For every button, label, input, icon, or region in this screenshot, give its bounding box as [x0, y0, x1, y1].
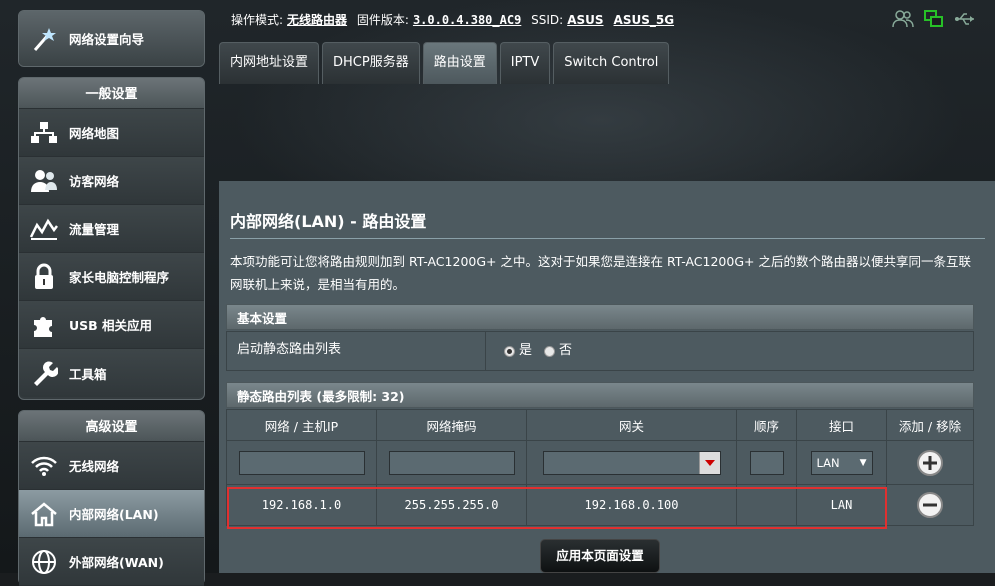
- puzzle-icon: [19, 311, 69, 339]
- tab-dhcp-server[interactable]: DHCP服务器: [322, 42, 420, 84]
- main-content: 内部网络(LAN) - 路由设置 本项功能可让您将路由规则加到 RT-AC120…: [219, 181, 995, 573]
- sidebar-item-network-map[interactable]: 网络地图: [19, 109, 204, 157]
- sidebar-item-traffic-manager[interactable]: 流量管理: [19, 205, 204, 253]
- tab-bar: 内网地址设置 DHCP服务器 路由设置 IPTV Switch Control: [219, 42, 670, 84]
- sidebar-item-label: 网络地图: [69, 126, 120, 141]
- gateway-input[interactable]: [542, 450, 721, 475]
- tab-switch-control[interactable]: Switch Control: [553, 42, 670, 84]
- sidebar-item-label: 无线网络: [69, 459, 120, 474]
- col-header-network-ip: 网络 / 主机IP: [226, 409, 377, 441]
- firmware-label: 固件版本:: [356, 13, 409, 27]
- enable-static-route-label: 启动静态路由列表: [227, 332, 486, 370]
- sidebar-item-label: 工具箱: [69, 366, 107, 382]
- ssid-link-5g[interactable]: ASUS_5G: [614, 13, 675, 27]
- advanced-settings-panel: 高级设置 无线网络 内部网络(LAN) 外部网络(WAN): [18, 410, 205, 586]
- wrench-icon: [19, 359, 69, 387]
- top-status-icons: [892, 10, 976, 32]
- radio-yes[interactable]: [504, 345, 515, 357]
- metric-input[interactable]: [749, 450, 784, 475]
- route-ip: 192.168.1.0: [226, 484, 377, 526]
- remove-route-button[interactable]: [917, 492, 943, 518]
- quick-setup-button[interactable]: 网络设置向导: [19, 11, 204, 66]
- tab-lan-ip[interactable]: 内网地址设置: [219, 42, 320, 84]
- col-header-metric: 顺序: [736, 409, 797, 441]
- sidebar-item-label: 家长电脑控制程序: [69, 270, 170, 285]
- general-settings-panel: 一般设置 网络地图 访客网络 流量管理 家长电脑控制程序 USB 相关应用 工具…: [18, 77, 205, 400]
- minus-icon: [923, 503, 937, 507]
- sidebar-item-label: 访客网络: [69, 174, 120, 189]
- route-netmask: 255.255.255.0: [376, 484, 527, 526]
- parental-lock-icon: [19, 263, 69, 291]
- page-title: 内部网络(LAN) - 路由设置: [230, 212, 427, 231]
- network-ip-input[interactable]: [238, 450, 365, 475]
- wizard-label: 网络设置向导: [69, 32, 145, 47]
- sidebar-item-wan[interactable]: 外部网络(WAN): [19, 538, 204, 586]
- interface-select[interactable]: LAN ▼: [810, 450, 873, 475]
- chevron-down-icon: ▼: [859, 457, 867, 468]
- sidebar-item-guest-network[interactable]: 访客网络: [19, 157, 204, 205]
- traffic-manager-icon: [19, 217, 69, 241]
- route-interface: LAN: [796, 484, 887, 526]
- enable-static-route-row: 启动静态路由列表 是 否: [226, 331, 974, 371]
- home-icon: [19, 501, 69, 527]
- sidebar-item-lan[interactable]: 内部网络(LAN): [19, 490, 204, 538]
- radio-no-label: 否: [559, 343, 573, 358]
- general-settings-title: 一般设置: [19, 78, 204, 109]
- sidebar-item-toolbox[interactable]: 工具箱: [19, 349, 204, 397]
- sidebar-item-usb-apps[interactable]: USB 相关应用: [19, 301, 204, 349]
- sidebar-item-parental-controls[interactable]: 家长电脑控制程序: [19, 253, 204, 301]
- ssid-label: SSID:: [531, 13, 564, 27]
- advanced-settings-title: 高级设置: [19, 411, 204, 442]
- network-status-icon[interactable]: [924, 10, 944, 32]
- table-row: 192.168.1.0 255.255.255.0 192.168.0.100 …: [226, 484, 974, 526]
- magic-wand-icon: [19, 24, 69, 54]
- static-route-table: 网络 / 主机IP 网络掩码 网关 顺序 接口 添加 / 移除 LAN ▼ 192…: [226, 409, 974, 526]
- sidebar-item-label: 内部网络(LAN): [69, 507, 159, 522]
- mode-value-link[interactable]: 无线路由器: [287, 13, 347, 27]
- add-route-button[interactable]: [917, 449, 943, 476]
- gateway-dropdown-button[interactable]: [698, 451, 720, 474]
- radio-yes-label: 是: [519, 343, 533, 358]
- col-header-gateway: 网关: [526, 409, 737, 441]
- basic-settings-header: 基本设置: [226, 304, 974, 330]
- usb-icon[interactable]: [954, 10, 976, 32]
- network-map-icon: [19, 121, 69, 145]
- plus-icon: [923, 455, 937, 470]
- sidebar-item-label: USB 相关应用: [69, 318, 153, 333]
- ssid-link-24g[interactable]: ASUS: [567, 13, 603, 27]
- sidebar-item-label: 外部网络(WAN): [69, 555, 164, 570]
- col-header-netmask: 网络掩码: [376, 409, 527, 441]
- sidebar-item-wireless[interactable]: 无线网络: [19, 442, 204, 490]
- route-metric: [736, 484, 797, 526]
- title-divider: [230, 238, 985, 239]
- status-bar: 操作模式: 无线路由器 固件版本: 3.0.0.4.380_AC9 SSID: ASU…: [231, 11, 680, 28]
- apply-button[interactable]: 应用本页面设置: [540, 539, 660, 573]
- netmask-input[interactable]: [388, 450, 515, 475]
- route-gateway: 192.168.0.100: [526, 484, 737, 526]
- enable-static-route-radios: 是 否: [486, 332, 572, 370]
- guest-network-icon: [19, 168, 69, 194]
- radio-no[interactable]: [544, 345, 556, 357]
- page-description: 本项功能可让您将路由规则加到 RT-AC1200G+ 之中。这对于如果您是连接在…: [230, 254, 971, 292]
- mode-label: 操作模式:: [231, 13, 284, 27]
- col-header-add-remove: 添加 / 移除: [886, 409, 974, 441]
- tab-iptv[interactable]: IPTV: [499, 42, 551, 84]
- interface-select-value: LAN: [816, 455, 840, 470]
- new-route-row: LAN ▼: [226, 440, 974, 485]
- wifi-icon: [19, 455, 69, 477]
- static-route-list-header: 静态路由列表 (最多限制: 32): [226, 382, 974, 408]
- col-header-interface: 接口: [796, 409, 887, 441]
- wizard-panel: 网络设置向导: [18, 10, 205, 67]
- firmware-version-link[interactable]: 3.0.0.4.380_AC9: [413, 13, 521, 27]
- users-icon[interactable]: [892, 10, 914, 32]
- globe-icon: [19, 548, 69, 576]
- tab-route[interactable]: 路由设置: [422, 42, 497, 84]
- sidebar-item-label: 流量管理: [69, 222, 120, 237]
